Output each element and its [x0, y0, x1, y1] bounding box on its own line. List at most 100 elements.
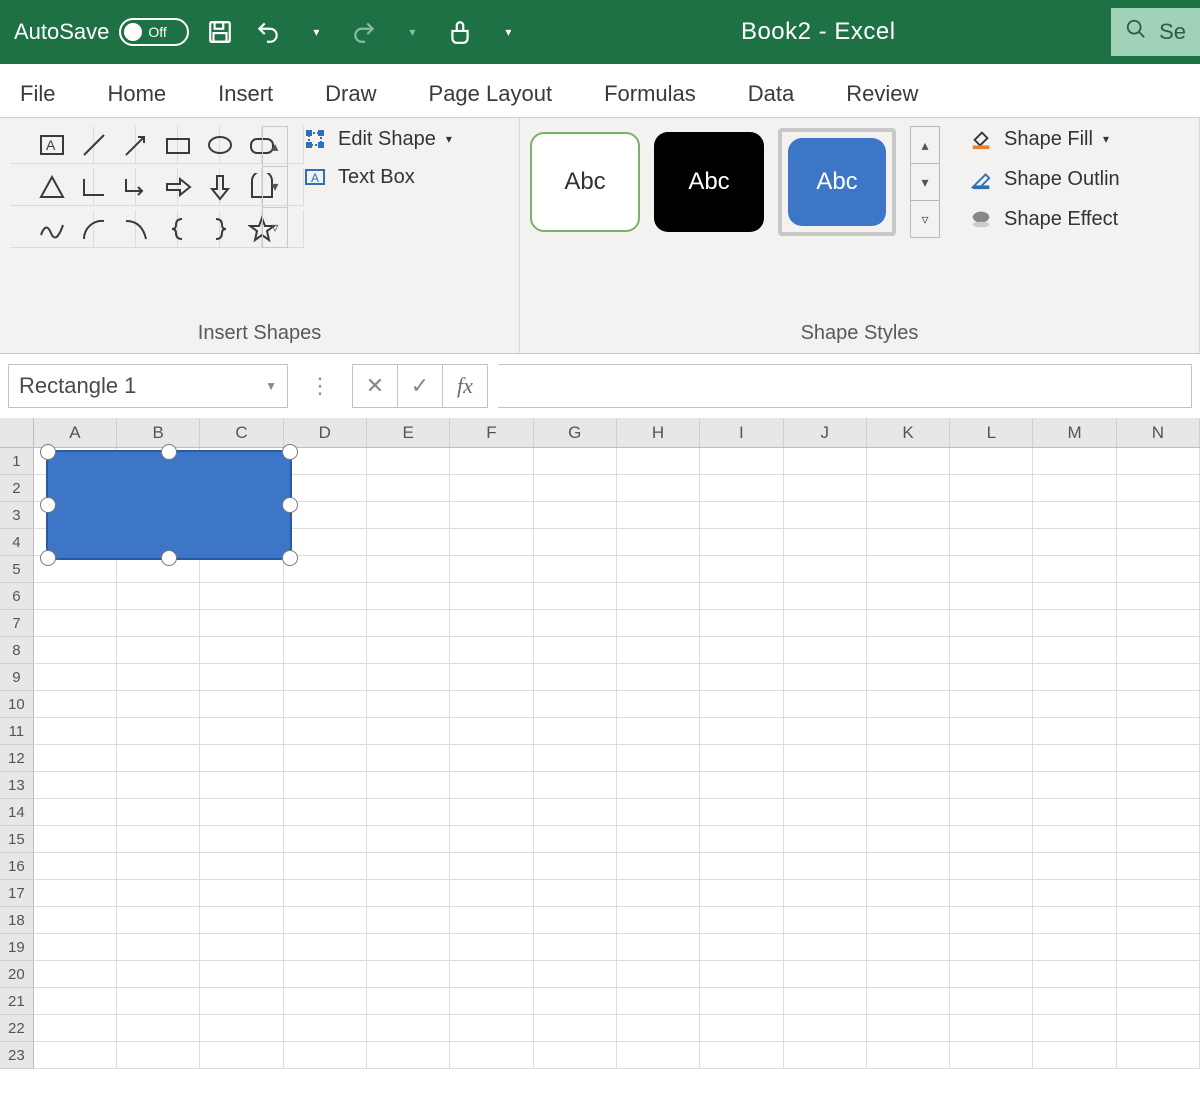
- cell[interactable]: [1033, 718, 1116, 745]
- cell[interactable]: [617, 502, 700, 529]
- col-header[interactable]: J: [784, 418, 867, 447]
- cell[interactable]: [867, 691, 950, 718]
- scroll-down-icon[interactable]: ▾: [263, 167, 287, 207]
- cell[interactable]: [617, 664, 700, 691]
- cell[interactable]: [367, 880, 450, 907]
- cell[interactable]: [784, 448, 867, 475]
- cell[interactable]: [617, 772, 700, 799]
- cell[interactable]: [1117, 583, 1200, 610]
- cell[interactable]: [200, 718, 283, 745]
- cell[interactable]: [617, 1042, 700, 1069]
- cell[interactable]: [534, 934, 617, 961]
- cell[interactable]: [784, 799, 867, 826]
- cell[interactable]: [1033, 853, 1116, 880]
- cell[interactable]: [617, 529, 700, 556]
- formula-input[interactable]: [498, 364, 1192, 408]
- cell[interactable]: [700, 610, 783, 637]
- cell[interactable]: [867, 610, 950, 637]
- cell[interactable]: [450, 907, 533, 934]
- col-header[interactable]: I: [700, 418, 783, 447]
- cell[interactable]: [367, 961, 450, 988]
- resize-handle[interactable]: [161, 550, 177, 566]
- cell[interactable]: [1117, 772, 1200, 799]
- cell[interactable]: [617, 691, 700, 718]
- cell[interactable]: [117, 556, 200, 583]
- tab-data[interactable]: Data: [744, 71, 798, 117]
- cell[interactable]: [367, 529, 450, 556]
- cell[interactable]: [784, 475, 867, 502]
- cell[interactable]: [450, 637, 533, 664]
- cell[interactable]: [1117, 988, 1200, 1015]
- cell[interactable]: [617, 826, 700, 853]
- cell[interactable]: [367, 502, 450, 529]
- cell[interactable]: [700, 529, 783, 556]
- resize-handle[interactable]: [161, 444, 177, 460]
- worksheet[interactable]: A B C D E F G H I J K L M N 123456789101…: [0, 418, 1200, 1069]
- cell[interactable]: [617, 637, 700, 664]
- cell[interactable]: [284, 1042, 367, 1069]
- cell[interactable]: [367, 637, 450, 664]
- cell[interactable]: [284, 583, 367, 610]
- cell[interactable]: [1117, 529, 1200, 556]
- cell[interactable]: [867, 772, 950, 799]
- cell[interactable]: [34, 583, 117, 610]
- cell[interactable]: [367, 772, 450, 799]
- cell[interactable]: [784, 556, 867, 583]
- cell[interactable]: [700, 826, 783, 853]
- cell[interactable]: [867, 637, 950, 664]
- row-header[interactable]: 18: [0, 907, 34, 934]
- cell[interactable]: [367, 610, 450, 637]
- row-header[interactable]: 7: [0, 610, 34, 637]
- cell[interactable]: [117, 718, 200, 745]
- cell[interactable]: [450, 961, 533, 988]
- col-header[interactable]: N: [1117, 418, 1200, 447]
- cell[interactable]: [1033, 502, 1116, 529]
- qat-customize-icon[interactable]: ▾: [491, 15, 525, 49]
- cell[interactable]: [367, 448, 450, 475]
- cell[interactable]: [1117, 961, 1200, 988]
- cell[interactable]: [367, 745, 450, 772]
- edit-shape-button[interactable]: Edit Shape ▾: [302, 126, 452, 152]
- cell[interactable]: [700, 880, 783, 907]
- cell[interactable]: [200, 907, 283, 934]
- cell[interactable]: [700, 934, 783, 961]
- cell[interactable]: [784, 691, 867, 718]
- cell[interactable]: [617, 880, 700, 907]
- cell[interactable]: [200, 826, 283, 853]
- cell[interactable]: [117, 772, 200, 799]
- cell[interactable]: [867, 826, 950, 853]
- cell[interactable]: [117, 610, 200, 637]
- cell[interactable]: [534, 583, 617, 610]
- col-header[interactable]: G: [534, 418, 617, 447]
- cell[interactable]: [700, 1042, 783, 1069]
- cell[interactable]: [784, 745, 867, 772]
- style-swatch-black[interactable]: Abc: [654, 132, 764, 232]
- shape-grid[interactable]: A: [10, 126, 258, 248]
- cell[interactable]: [1033, 691, 1116, 718]
- cell[interactable]: [617, 475, 700, 502]
- cell[interactable]: [950, 880, 1033, 907]
- row-header[interactable]: 13: [0, 772, 34, 799]
- cell[interactable]: [200, 988, 283, 1015]
- cell[interactable]: [534, 664, 617, 691]
- redo-dropdown-icon[interactable]: ▾: [395, 15, 429, 49]
- cell[interactable]: [617, 934, 700, 961]
- cell[interactable]: [700, 718, 783, 745]
- name-box[interactable]: Rectangle 1 ▼: [8, 364, 288, 408]
- cell[interactable]: [534, 691, 617, 718]
- cell[interactable]: [700, 583, 783, 610]
- cell[interactable]: [367, 718, 450, 745]
- cell[interactable]: [534, 610, 617, 637]
- style-swatch-blue[interactable]: Abc: [788, 138, 886, 226]
- cell[interactable]: [34, 637, 117, 664]
- cell[interactable]: [784, 529, 867, 556]
- cell[interactable]: [200, 583, 283, 610]
- cell[interactable]: [950, 448, 1033, 475]
- cell[interactable]: [534, 745, 617, 772]
- col-header[interactable]: M: [1033, 418, 1116, 447]
- cell[interactable]: [367, 556, 450, 583]
- row-header[interactable]: 5: [0, 556, 34, 583]
- cell[interactable]: [784, 772, 867, 799]
- cell[interactable]: [34, 1015, 117, 1042]
- cell[interactable]: [450, 502, 533, 529]
